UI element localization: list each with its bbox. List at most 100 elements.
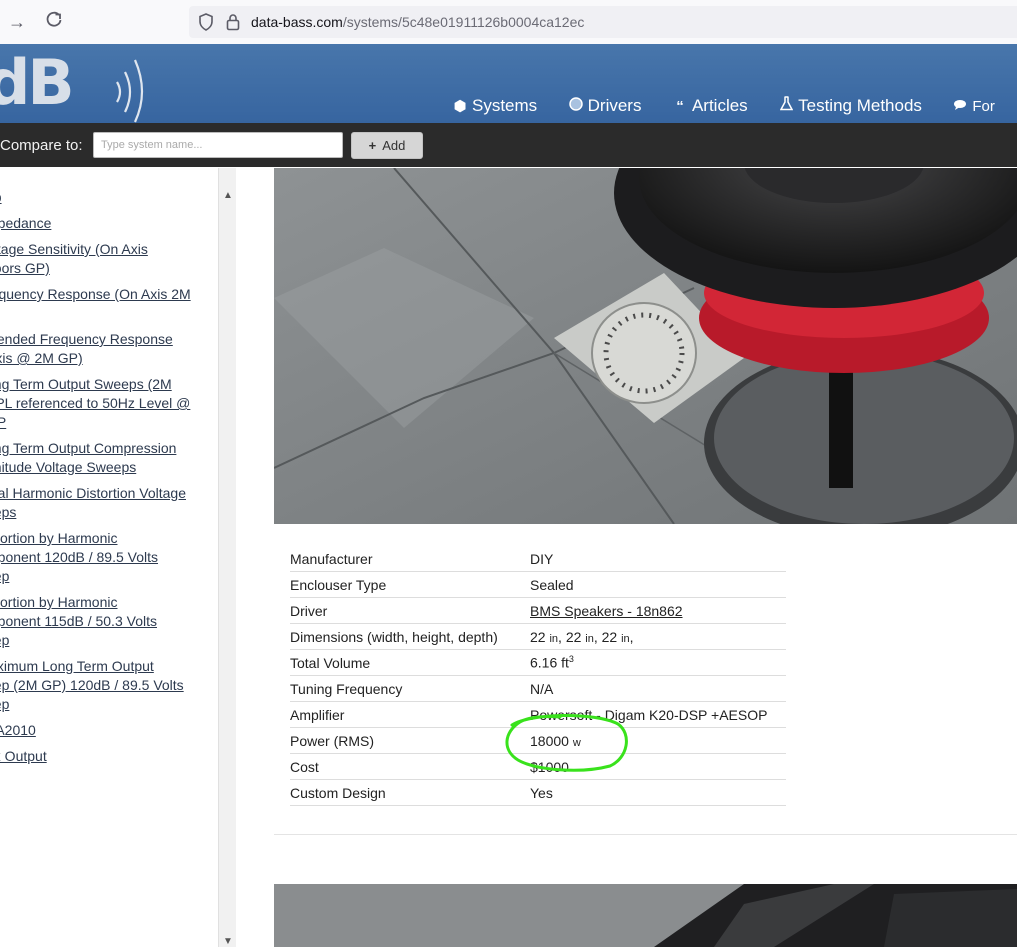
- spec-value: DIY: [530, 546, 786, 572]
- sidebar-item[interactable]: oltage Sensitivity (On Axis doors GP): [0, 240, 218, 278]
- sidebar-item-label: otal Harmonic Distortion Voltage eeps: [0, 485, 186, 520]
- dim-unit: in: [621, 632, 630, 645]
- plus-icon: +: [368, 138, 377, 153]
- nav-articles[interactable]: “ Articles: [672, 96, 748, 116]
- sidebar-item-label: xtended Frequency Response Axis @ 2M GP): [0, 331, 173, 366]
- spec-value: 6.16 ft3: [530, 649, 786, 676]
- scroll-down-icon[interactable]: ▼: [222, 936, 234, 948]
- dim-unit: in: [549, 632, 559, 645]
- sidebar-item[interactable]: requency Response (On Axis 2M: [0, 285, 218, 304]
- sidebar-item[interactable]: istortion by Harmonic mponent 120dB / 89…: [0, 529, 218, 586]
- shield-icon[interactable]: [197, 12, 215, 32]
- nav-drivers-label: Drivers: [587, 96, 642, 115]
- spec-label: Driver: [290, 597, 530, 624]
- sidebar-item[interactable]: ong Term Output Compression gnitude Volt…: [0, 439, 218, 477]
- forward-icon[interactable]: →: [6, 11, 28, 33]
- sidebar-item[interactable]: op: [0, 188, 218, 207]
- sidebar-item-label: ong Term Output Sweeps (2M SPL reference…: [0, 376, 191, 430]
- table-row: Total Volume 6.16 ft3: [290, 649, 786, 676]
- sidebar-item[interactable]: istortion by Harmonic mponent 115dB / 50…: [0, 593, 218, 650]
- sidebar-item-label: op: [0, 189, 2, 205]
- dim-sep: ,: [593, 628, 598, 645]
- site-logo[interactable]: dB: [0, 50, 75, 116]
- lock-icon[interactable]: [225, 12, 241, 32]
- spec-label: Cost: [290, 753, 530, 780]
- sidebar-item[interactable]: EA2010: [0, 721, 218, 740]
- dim-width: 22: [530, 628, 546, 645]
- sidebar-item-label: mpedance: [0, 215, 52, 231]
- spec-label: Manufacturer: [290, 546, 530, 572]
- scroll-up-icon[interactable]: ▲: [222, 190, 234, 202]
- spec-label: Tuning Frequency: [290, 675, 530, 702]
- sidebar-item-label: requency Response (On Axis 2M: [0, 286, 191, 302]
- sidebar-scrollbar[interactable]: ▲ ▼: [218, 168, 236, 947]
- sidebar-item-label: ax Output: [0, 748, 47, 764]
- add-compare-button[interactable]: + Add: [351, 132, 423, 159]
- sidebar-item-label: laximum Long Term Output eep (2M GP) 120…: [0, 658, 184, 712]
- nav-testing-methods-label: Testing Methods: [798, 96, 922, 115]
- compare-system-input[interactable]: [93, 132, 343, 158]
- dim-sep: ,: [629, 628, 634, 645]
- sidebar-item[interactable]: xtended Frequency Response Axis @ 2M GP): [0, 330, 218, 368]
- nav-testing-methods[interactable]: Testing Methods: [778, 96, 922, 116]
- spec-value: N/A: [530, 675, 786, 702]
- circle-icon: [568, 97, 584, 115]
- spec-label: Dimensions (width, height, depth): [290, 623, 530, 650]
- spec-label: Enclouser Type: [290, 571, 530, 598]
- flask-icon: [778, 96, 794, 115]
- system-photo-2: [274, 884, 1017, 947]
- comments-icon: [952, 98, 968, 115]
- compare-bar: Compare to: + Add: [0, 123, 1017, 167]
- sidebar-item-label: ong Term Output Compression gnitude Volt…: [0, 440, 177, 475]
- nav-forum-label: For: [972, 98, 995, 115]
- address-bar[interactable]: data-bass.com/systems/5c48e01911126b0004…: [189, 6, 1017, 38]
- table-row: Driver BMS Speakers - 18n862: [290, 597, 786, 624]
- section-divider: [274, 834, 1017, 835]
- reload-icon[interactable]: [43, 11, 65, 33]
- table-row: Tuning Frequency N/A: [290, 675, 786, 702]
- nav-systems[interactable]: ⬢ Systems: [452, 96, 537, 116]
- compare-label: Compare to:: [0, 137, 83, 154]
- system-photo: [274, 168, 1017, 524]
- spec-label: Total Volume: [290, 649, 530, 676]
- volume-exponent: 3: [568, 654, 574, 665]
- main-nav: ⬢ Systems Drivers “ Articles Testing Metho…: [452, 96, 1017, 116]
- spec-value: Yes: [530, 779, 786, 806]
- table-row: Manufacturer DIY: [290, 546, 786, 572]
- sidebar-item[interactable]: otal Harmonic Distortion Voltage eeps: [0, 484, 218, 522]
- sidebar-item-label: EA2010: [0, 722, 36, 738]
- spec-value: 22 in, 22 in, 22 in,: [530, 623, 786, 650]
- cube-icon: ⬢: [453, 98, 467, 115]
- spec-label: Amplifier: [290, 701, 530, 728]
- sidebar-item[interactable]: laximum Long Term Output eep (2M GP) 120…: [0, 657, 218, 714]
- sidebar-nav: op mpedance oltage Sensitivity (On Axis …: [0, 168, 218, 947]
- annotation-circle: [505, 714, 628, 772]
- quote-icon: “: [676, 98, 684, 115]
- table-row: Dimensions (width, height, depth) 22 in,…: [290, 623, 786, 650]
- url-path: /systems/5c48e01911126b0004ca12ec: [342, 14, 585, 30]
- dim-height: 22: [565, 628, 582, 645]
- sidebar-item[interactable]: ax Output: [0, 747, 218, 766]
- url-text[interactable]: data-bass.com/systems/5c48e01911126b0004…: [251, 14, 584, 30]
- spec-value: Sealed: [530, 571, 786, 598]
- add-label: Add: [382, 138, 406, 153]
- sidebar-item-label: istortion by Harmonic mponent 115dB / 50…: [0, 594, 157, 648]
- dim-unit: in: [585, 632, 594, 645]
- sidebar-item[interactable]: ong Term Output Sweeps (2M SPL reference…: [0, 375, 218, 432]
- spec-value: BMS Speakers - 18n862: [530, 597, 786, 624]
- sidebar-item-label: istortion by Harmonic mponent 120dB / 89…: [0, 530, 159, 584]
- nav-drivers[interactable]: Drivers: [568, 96, 642, 116]
- sidebar-item-label: oltage Sensitivity (On Axis doors GP): [0, 241, 148, 276]
- nav-forum[interactable]: For: [952, 98, 995, 115]
- dim-depth: 22: [601, 628, 618, 645]
- nav-articles-label: Articles: [691, 96, 748, 115]
- spec-label: Power (RMS): [290, 727, 530, 754]
- browser-toolbar: → data-bass.com/systems/5c48e01911126b00…: [0, 0, 1017, 45]
- sound-waves-logo-icon: [116, 59, 144, 123]
- dim-sep: ,: [558, 628, 562, 645]
- site-header: dB ⬢ Systems Drivers “ Articles Testing Me…: [0, 44, 1017, 123]
- table-row: Enclouser Type Sealed: [290, 571, 786, 598]
- table-row: Custom Design Yes: [290, 779, 786, 806]
- driver-link[interactable]: BMS Speakers - 18n862: [530, 603, 683, 619]
- sidebar-item[interactable]: mpedance: [0, 214, 218, 233]
